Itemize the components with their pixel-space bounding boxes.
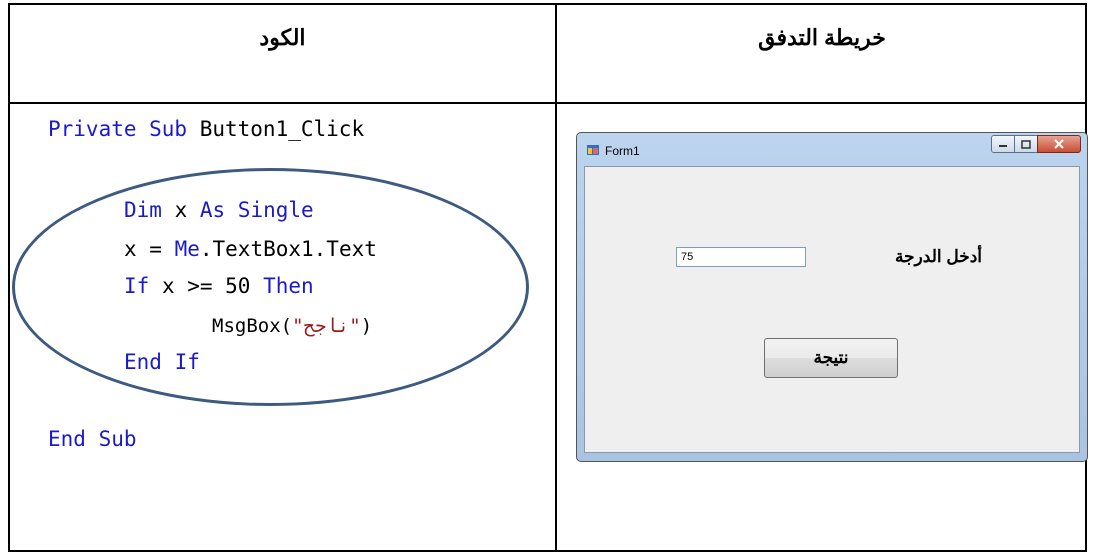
header-divider [10,102,1085,104]
maximize-button[interactable] [1014,135,1038,153]
result-button[interactable]: نتيجة [764,338,898,378]
minimize-icon [999,145,1007,147]
highlight-oval [12,168,529,406]
code-listing: Private Sub Button1_Click Dim x As Singl… [0,0,377,451]
title-bar[interactable]: Form1 [577,133,1087,161]
code-column-header: الكود [259,25,306,50]
flowchart-column-header: خريطة التدفق [758,25,886,50]
close-icon [1054,139,1064,149]
minimize-button[interactable] [991,135,1015,153]
form-client-area: أدخل الدرجة 75 نتيجة [584,166,1080,453]
window-controls [991,135,1081,155]
column-divider [555,5,557,550]
grade-input[interactable]: 75 [676,247,806,267]
window-title: Form1 [605,144,640,158]
close-button[interactable] [1037,135,1081,153]
maximize-icon [1021,139,1031,149]
code-line-1: Private Sub Button1_Click [48,117,365,141]
code-line-7: End Sub [48,427,137,451]
grade-label: أدخل الدرجة [894,247,982,266]
form-window[interactable]: Form1 أدخل الدرجة 75 نتيجة [576,132,1088,462]
app-icon [587,145,599,155]
